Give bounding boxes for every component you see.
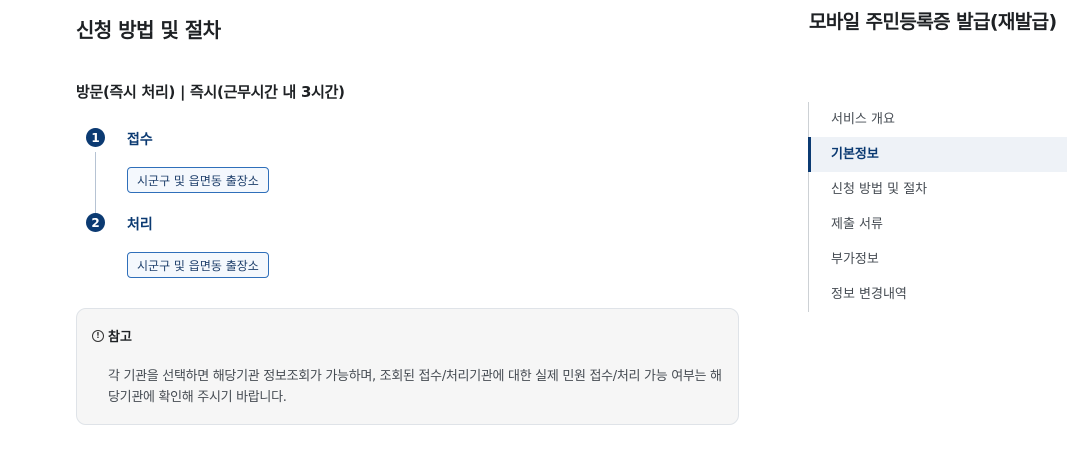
sidebar-item-application-procedure[interactable]: 신청 방법 및 절차: [809, 172, 1067, 207]
note-title: 참고: [108, 330, 132, 345]
sidebar-item-service-overview[interactable]: 서비스 개요: [809, 102, 1067, 137]
method-line: 방문(즉시 처리) | 즉시(근무시간 내 3시간): [76, 83, 345, 101]
sidebar-item-additional-info[interactable]: 부가정보: [809, 242, 1067, 277]
step-number-badge: 2: [86, 213, 105, 232]
sidebar-title: 모바일 주민등록증 발급(재발급): [809, 11, 1057, 33]
note-body: 각 기관을 선택하면 해당기관 정보조회가 가능하며, 조회된 접수/처리기관에…: [108, 369, 722, 405]
info-icon: !: [92, 329, 104, 342]
sidebar-item-required-documents[interactable]: 제출 서류: [809, 207, 1067, 242]
step-label: 처리: [127, 217, 153, 233]
sidebar-item-basic-info[interactable]: 기본정보: [808, 137, 1067, 172]
sidebar-toc: 서비스 개요 기본정보 신청 방법 및 절차 제출 서류 부가정보 정보 변경내…: [808, 102, 1067, 312]
section-title: 신청 방법 및 절차: [76, 18, 221, 42]
note-box: ! 참고 각 기관을 선택하면 해당기관 정보조회가 가능하며, 조회된 접수/…: [76, 308, 739, 425]
step-label: 접수: [127, 132, 153, 148]
sidebar-item-change-history[interactable]: 정보 변경내역: [809, 277, 1067, 312]
note-header: ! 참고: [92, 326, 132, 345]
procedure-steps: 1 접수 시군구 및 읍면동 출장소 2 처리 시군구 및 읍면동 출장소: [76, 128, 476, 288]
step-number-badge: 1: [86, 128, 105, 147]
office-chip-button[interactable]: 시군구 및 읍면동 출장소: [127, 252, 269, 278]
office-chip-button[interactable]: 시군구 및 읍면동 출장소: [127, 167, 269, 193]
